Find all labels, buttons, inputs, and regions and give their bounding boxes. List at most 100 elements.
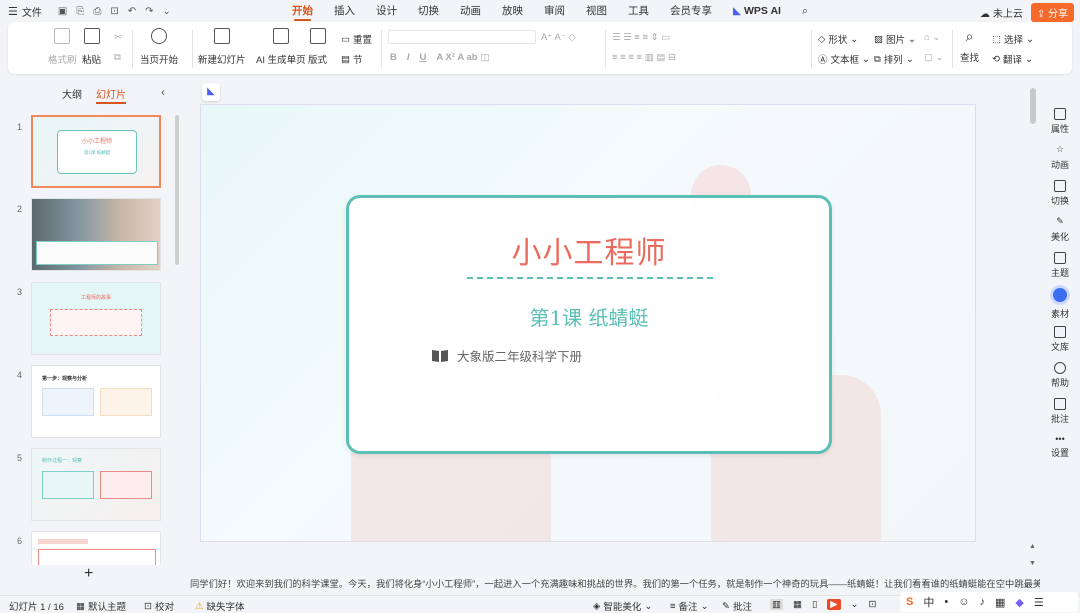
- tab-tools[interactable]: 工具: [628, 0, 649, 22]
- font-family-select[interactable]: [388, 30, 536, 44]
- add-slide-button[interactable]: +: [84, 565, 93, 583]
- star-icon: ☆: [1055, 144, 1065, 154]
- share-button[interactable]: ⇪ 分享: [1030, 3, 1074, 22]
- section-label: 节: [352, 55, 363, 66]
- save-icon[interactable]: ▣: [58, 6, 67, 17]
- ime-emoji-icon: ☺: [958, 596, 970, 608]
- find-icon: ⌕: [965, 28, 974, 44]
- export-icon[interactable]: ⎘: [76, 6, 84, 17]
- sidebar-help[interactable]: 帮助: [1040, 362, 1080, 389]
- wps-ai-float-icon[interactable]: ◣: [202, 83, 220, 101]
- comment-button[interactable]: ✎ 批注: [722, 599, 752, 613]
- proof-button[interactable]: ⊡ 校对: [144, 599, 174, 613]
- missing-font-button[interactable]: ⚠ 缺失字体: [195, 599, 245, 613]
- print-preview-icon[interactable]: ⊡: [110, 6, 118, 17]
- sidebar-properties[interactable]: 属性: [1040, 108, 1080, 135]
- sidebar-transition[interactable]: 切换: [1040, 180, 1080, 207]
- outline-icon[interactable]: ▢ ⌄: [924, 52, 944, 63]
- undo-icon[interactable]: ↶: [128, 6, 136, 17]
- align-group[interactable]: ≡ ≡ ≡ ≡ ▥ ▤ ⊟: [612, 52, 676, 63]
- slide-subtitle[interactable]: 第1课 纸蜻蜓: [349, 302, 829, 331]
- redo-icon[interactable]: ↷: [145, 6, 153, 17]
- notes-button[interactable]: ≡ 备注 ⌄: [670, 599, 709, 613]
- picture-icon: ▨: [874, 33, 883, 45]
- sidebar-comment[interactable]: 批注: [1040, 398, 1080, 425]
- arrange-button[interactable]: ⧉ 排列 ⌄: [874, 52, 914, 67]
- sorter-view-icon[interactable]: ▦: [793, 599, 802, 610]
- fill-icon[interactable]: ⌂ ⌄: [924, 32, 940, 43]
- cut-icon[interactable]: ✂: [114, 32, 122, 43]
- new-slide-button[interactable]: 新建幻灯片: [198, 28, 246, 66]
- translate-button[interactable]: ⟲ 翻译 ⌄: [992, 52, 1033, 67]
- fit-window-icon[interactable]: ⊡: [868, 599, 876, 610]
- theme-status[interactable]: ▦ 默认主题: [76, 599, 126, 613]
- sidebar-animation[interactable]: ☆ 动画: [1040, 144, 1080, 171]
- format-painter-button[interactable]: 格式刷: [48, 28, 77, 66]
- slides-tab[interactable]: 幻灯片: [96, 86, 126, 104]
- tab-animation[interactable]: 动画: [460, 0, 481, 22]
- shape-icon: ◇: [818, 33, 826, 45]
- paste-button[interactable]: 粘贴: [82, 28, 101, 66]
- ai-slide-button[interactable]: AI 生成单页: [256, 28, 306, 66]
- picture-button[interactable]: ▨ 图片 ⌄: [874, 32, 916, 47]
- beautify-button[interactable]: ◈ 智能美化 ⌄: [593, 599, 652, 613]
- slide-thumb-4[interactable]: 第一步：观察与分析: [31, 365, 161, 438]
- tab-transition[interactable]: 切换: [418, 0, 439, 22]
- section-button[interactable]: ▤ 节: [341, 52, 363, 67]
- sidebar-beautify[interactable]: ✎ 美化: [1040, 216, 1080, 243]
- more-icon[interactable]: ⌄: [163, 6, 171, 17]
- ime-toolbar[interactable]: S 中 • ☺ ♪ ▦ ◆ ☰: [900, 592, 1078, 612]
- slide-thumb-6[interactable]: [31, 531, 161, 565]
- normal-view-icon[interactable]: ▥: [770, 599, 783, 610]
- slide-thumb-1[interactable]: 小小工程师 第1课 纸蜻蜓: [31, 115, 161, 188]
- play-menu-icon[interactable]: ⌄: [851, 599, 859, 610]
- find-button[interactable]: ⌕ 查找: [960, 28, 979, 64]
- scroll-up-icon[interactable]: ▲: [1029, 543, 1036, 550]
- paragraph-group[interactable]: ☰ ☰ ≡ ≡ ⇕ ▭: [612, 32, 670, 43]
- font-size-increase-icon[interactable]: A⁺ A⁻ ◇: [541, 32, 576, 43]
- copy-icon[interactable]: ⧉: [114, 52, 121, 63]
- tab-wps-ai[interactable]: ◣ WPS AI: [733, 0, 781, 22]
- speaker-notes[interactable]: 同学们好！欢迎来到我们的科学课堂。今天，我们将化身“小小工程师”，一起进入一个充…: [183, 574, 1040, 594]
- reading-view-icon[interactable]: ▯: [812, 599, 817, 610]
- file-menu[interactable]: ☰ 文件: [8, 4, 42, 19]
- book-line[interactable]: 大象版二年级科学下册: [431, 346, 582, 365]
- tab-slideshow[interactable]: 放映: [502, 0, 523, 22]
- thumb-title: 第一步：观察与分析: [42, 376, 88, 382]
- panel-scrollbar[interactable]: [175, 115, 179, 265]
- slide-thumb-3[interactable]: 工程师的故事: [31, 282, 161, 355]
- play-slideshow-icon[interactable]: ▶: [827, 599, 841, 610]
- layout-button[interactable]: 版式: [308, 28, 327, 66]
- slide-title[interactable]: 小小工程师: [349, 228, 829, 272]
- print-icon[interactable]: ⎙: [93, 6, 101, 17]
- tab-design[interactable]: 设计: [376, 0, 397, 22]
- slide-canvas[interactable]: 小小工程师 第1课 纸蜻蜓 大象版二年级科学下册: [200, 104, 976, 542]
- select-button[interactable]: ⬚ 选择 ⌄: [992, 32, 1034, 47]
- tab-view[interactable]: 视图: [586, 0, 607, 22]
- shape-button[interactable]: ◇ 形状 ⌄: [818, 32, 858, 47]
- reset-button[interactable]: ▭ 重置: [341, 32, 372, 47]
- canvas-scrollbar[interactable]: [1030, 88, 1036, 124]
- shirt-icon: [1054, 252, 1066, 264]
- textbox-button[interactable]: Ⓐ 文本框 ⌄: [818, 52, 870, 67]
- sidebar-theme[interactable]: 主题: [1040, 252, 1080, 279]
- outline-tab[interactable]: 大纲: [62, 86, 82, 101]
- sidebar-assets[interactable]: 素材: [1040, 285, 1080, 320]
- cloud-status[interactable]: ☁ 未上云: [980, 5, 1023, 20]
- tab-member[interactable]: 会员专享: [670, 0, 712, 22]
- view-switcher[interactable]: ▥ ▦ ▯ ▶ ⌄ ⊡: [770, 599, 876, 610]
- scroll-down-icon[interactable]: ▼: [1029, 560, 1036, 567]
- slide-thumb-2[interactable]: [31, 198, 161, 271]
- sidebar-label: 动画: [1050, 160, 1069, 170]
- play-from-current-button[interactable]: 当页开始: [140, 28, 178, 66]
- slide-thumb-5[interactable]: 制作过程一：观察: [31, 448, 161, 521]
- search-icon[interactable]: ⌕: [802, 0, 808, 22]
- font-style-group[interactable]: B I U A X² A ab ◫: [390, 52, 489, 63]
- tab-start[interactable]: 开始: [292, 0, 313, 22]
- sidebar-settings[interactable]: ••• 设置: [1040, 434, 1080, 459]
- collapse-panel-icon[interactable]: ‹: [161, 85, 165, 99]
- tab-insert[interactable]: 插入: [334, 0, 355, 22]
- tab-review[interactable]: 审阅: [544, 0, 565, 22]
- title-card[interactable]: 小小工程师 第1课 纸蜻蜓 大象版二年级科学下册: [346, 195, 832, 454]
- sidebar-library[interactable]: 文库: [1040, 326, 1080, 353]
